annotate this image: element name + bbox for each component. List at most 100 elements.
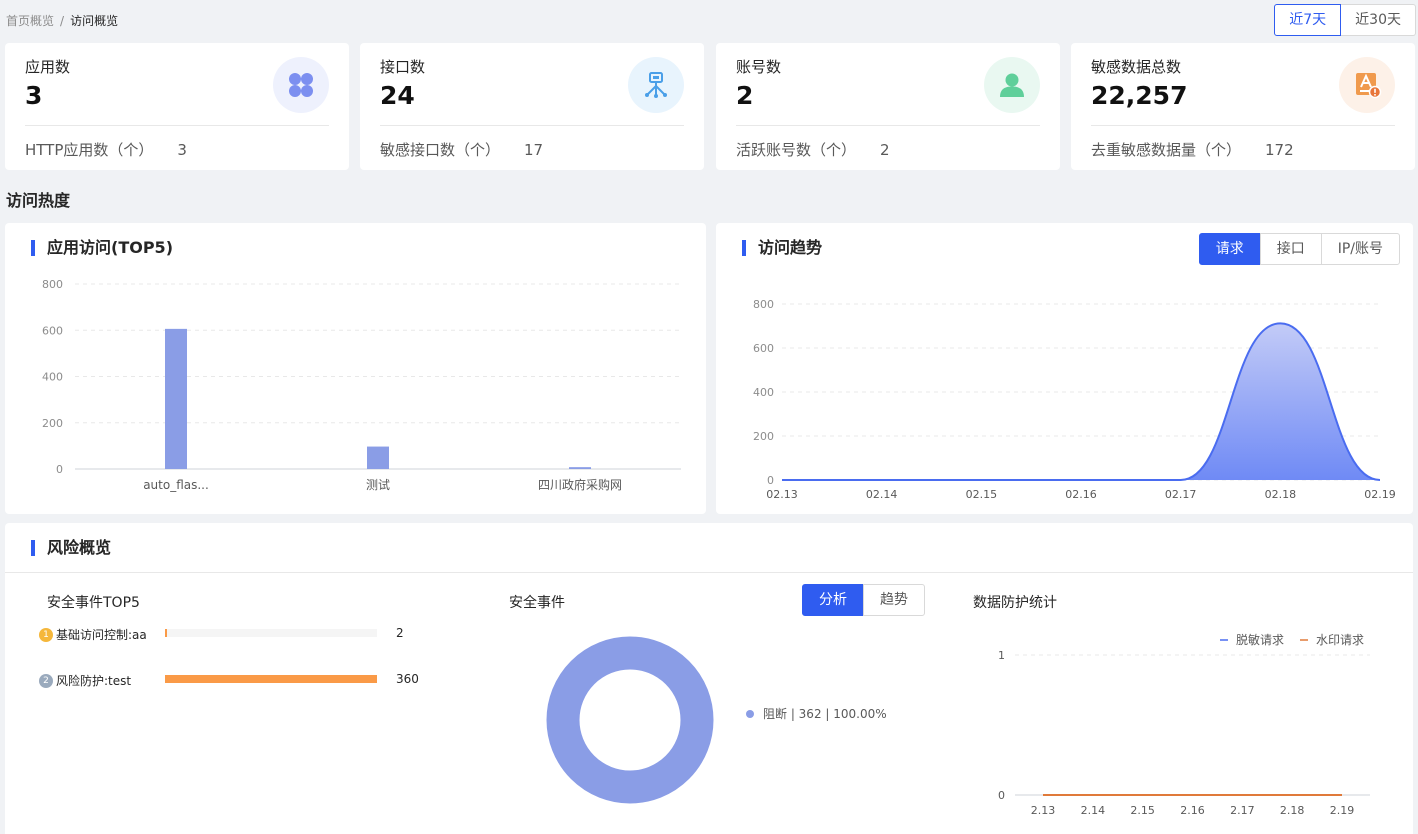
api-branch-icon [628,57,684,113]
y-tick-label: 0 [767,474,774,487]
stat-divider [25,125,329,126]
stat-card-accounts: 账号数 2 活跃账号数（个） 2 [716,43,1060,170]
security-events-donut-chart: 阻断 | 362 | 100.00% [546,636,887,804]
stat-value: 22,257 [1091,81,1188,110]
top5-item: 1 基础访问控制:aa [39,626,147,643]
stat-card-apis: 接口数 24 敏感接口数（个） 17 [360,43,704,170]
data-protection-line-chart: 0 1 2.13 2.14 2.15 2.16 2.17 2.18 2.19 脱敏请求 水印请求 [998,632,1370,817]
tab-trend[interactable]: 趋势 [863,584,925,616]
bar [569,467,591,469]
stat-card-apps: 应用数 3 HTTP应用数（个） 3 [5,43,349,170]
breadcrumb-home[interactable]: 首页概览 [6,14,54,28]
top5-bar-track [165,629,377,637]
stat-sub-label: 去重敏感数据量（个） [1091,141,1242,159]
stat-sub-label: 敏感接口数（个） [380,141,501,159]
x-tick-label: 2.19 [1330,804,1355,817]
legend-dot [746,710,754,718]
donut-slice [546,636,714,804]
stat-divider [1091,125,1395,126]
top5-item-value: 2 [396,626,404,640]
time-range-toggle: 近7天 近30天 [1274,4,1416,36]
section-title-heat: 访问热度 [6,191,71,210]
rank-medal-icon: 1 [39,627,53,642]
sensitive-data-icon [1339,57,1395,113]
top5-item-name: 基础访问控制:aa [56,628,147,642]
stat-value: 3 [25,81,43,110]
x-tick-label: 02.16 [1065,488,1097,501]
stat-card-sensitive-data: 敏感数据总数 22,257 去重敏感数据量（个） 172 [1071,43,1415,170]
breadcrumb-current: 访问概览 [70,14,119,28]
bar [165,328,187,469]
tab-analysis[interactable]: 分析 [802,584,864,616]
trend-area [782,323,1380,480]
user-icon [984,57,1040,113]
protection-title: 数据防护统计 [973,595,1057,611]
y-tick-label: 1 [998,649,1005,662]
breadcrumb-separator: / [60,14,65,28]
x-tick-label: 2.18 [1280,804,1305,817]
stat-sub-label: 活跃账号数（个） [736,141,857,159]
y-tick-label: 800 [753,298,774,311]
x-tick-label: 02.18 [1265,488,1297,501]
stat-divider [736,125,1040,126]
top5-item: 2 风险防护:test [39,672,131,689]
apps-grid-icon [273,57,329,113]
x-tick-label: 2.17 [1230,804,1255,817]
y-tick-label: 800 [42,278,63,291]
stat-sub-label: HTTP应用数（个） [25,141,154,159]
stat-value: 24 [380,81,415,110]
stat-sub: 去重敏感数据量（个） 172 [1091,139,1294,160]
y-tick-label: 200 [753,430,774,443]
stat-label: 账号数 [736,58,782,76]
stat-sub-value: 3 [177,141,187,159]
top5-item-name: 风险防护:test [56,674,132,688]
legend-label: 阻断 | 362 | 100.00% [763,706,887,721]
legend-label: 水印请求 [1316,633,1364,647]
x-tick-label: 2.15 [1130,804,1155,817]
x-tick-label: 02.15 [966,488,998,501]
x-tick-label: 2.13 [1031,804,1056,817]
app-access-panel: 应用访问(TOP5) 0 200 400 600 800 auto_flas... 测试 四川… [5,223,706,514]
stat-sub: HTTP应用数（个） 3 [25,139,187,160]
x-tick-label: 02.13 [766,488,798,501]
y-tick-label: 600 [42,324,63,337]
y-tick-label: 0 [56,463,63,476]
app-access-bar-chart: 0 200 400 600 800 auto_flas... 测试 四川政府采购网 [42,278,681,492]
stat-sub-value: 172 [1265,141,1294,159]
range-7-days-button[interactable]: 近7天 [1274,4,1342,36]
stat-sub-value: 2 [880,141,890,159]
top5-item-value: 360 [396,672,419,686]
range-30-days-button[interactable]: 近30天 [1341,4,1416,36]
x-tick-label: 02.19 [1364,488,1396,501]
y-tick-label: 600 [753,342,774,355]
breadcrumb: 首页概览 / 访问概览 [6,12,118,29]
top5-title: 安全事件TOP5 [47,595,140,611]
top5-bar-fill [165,629,168,637]
bar [367,446,389,469]
events-tab-group: 分析 趋势 [802,584,925,616]
x-tick-label: 02.14 [866,488,898,501]
access-trend-area-chart: 0 200 400 600 800 02.13 02.14 02.15 02.16 02.17 02… [753,298,1396,501]
risk-divider [5,572,1413,573]
legend-label: 脱敏请求 [1236,632,1284,647]
y-tick-label: 200 [42,417,63,430]
y-tick-label: 400 [42,371,63,384]
stat-divider [380,125,684,126]
top5-bar-fill [165,675,377,683]
stat-sub-value: 17 [524,141,544,159]
risk-overview-panel: 风险概览 安全事件TOP5 1 基础访问控制:aa 2 2 风险防护:test 360 安… [5,523,1413,834]
rank-medal-icon: 2 [39,673,53,688]
stat-sub: 活跃账号数（个） 2 [736,139,890,160]
y-tick-label: 400 [753,386,774,399]
access-trend-panel: 访问趋势 请求 接口 IP/账号 0 200 400 600 800 02.13 02.14… [716,223,1413,514]
panel-title: 风险概览 [31,540,111,556]
stat-value: 2 [736,81,754,110]
y-tick-label: 0 [998,789,1005,802]
x-tick-label: auto_flas... [143,478,209,492]
top5-bar-track [165,675,377,683]
x-tick-label: 2.14 [1081,804,1106,817]
stat-sub: 敏感接口数（个） 17 [380,139,543,160]
x-tick-label: 2.16 [1180,804,1205,817]
stat-label: 敏感数据总数 [1091,58,1182,76]
x-tick-label: 四川政府采购网 [538,477,622,492]
